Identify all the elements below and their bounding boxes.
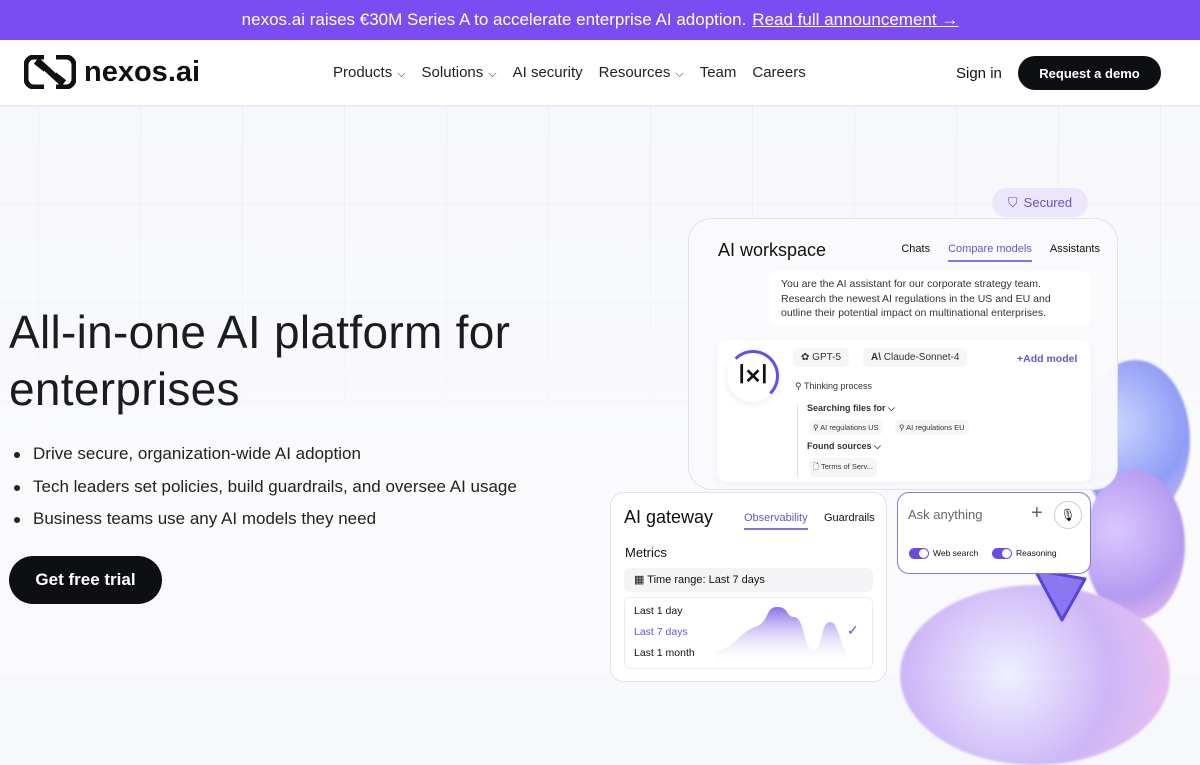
toggle-switch (909, 548, 929, 559)
web-search-toggle[interactable]: Web search (909, 548, 978, 559)
tab-observability[interactable]: Observability (744, 512, 808, 530)
get-free-trial-button[interactable]: Get free trial (9, 556, 162, 604)
nexos-avatar-icon: ꟾ✕ꟾ (727, 350, 779, 402)
top-nav: nexos.ai Products ⌵ Solutions ⌵ AI securit… (0, 40, 1200, 106)
title-line: enterprises (9, 363, 240, 415)
time-range-label: Time range: Last 7 days (647, 574, 765, 586)
hero-bullets: Drive secure, organization-wide AI adopt… (14, 444, 517, 542)
chevron-down-icon: ⌵ (488, 68, 496, 80)
shield-check-icon: ⛉ (1008, 195, 1018, 211)
option-last-1-day[interactable]: Last 1 day (634, 605, 682, 617)
announcement-link[interactable]: Read full announcement → (752, 10, 958, 30)
step-label: Found sources (807, 441, 872, 451)
secured-label: Secured (1024, 195, 1072, 210)
sign-in-link[interactable]: Sign in (956, 65, 1002, 82)
query: AI regulations US (820, 423, 878, 432)
tab-guardrails[interactable]: Guardrails (824, 512, 875, 524)
nav-solutions[interactable]: Solutions ⌵ (422, 64, 497, 81)
main-menu: Products ⌵ Solutions ⌵ AI security Resourc… (333, 64, 806, 81)
nav-label: Products (333, 64, 392, 81)
ai-workspace-card: AI workspace Chats Compare models Assist… (688, 218, 1118, 490)
prompt-message: You are the AI assistant for our corpora… (769, 271, 1091, 327)
nav-resources[interactable]: Resources ⌵ (599, 64, 684, 81)
add-model-button[interactable]: +Add model (1017, 353, 1077, 365)
lightbulb-icon: ⚲ (795, 381, 804, 391)
option-last-7-days[interactable]: Last 7 days (634, 626, 688, 638)
ask-input-card: Ask anything + 🎙 Web search Reasoning (897, 492, 1091, 574)
thinking-process[interactable]: ⚲ Thinking process (795, 381, 872, 392)
gateway-title: AI gateway (624, 507, 713, 528)
toggle-switch (992, 548, 1012, 559)
logo-text: nexos.ai (84, 56, 200, 89)
query: AI regulations EU (906, 423, 964, 432)
chevron-down-icon: ⌵ (397, 68, 405, 80)
microphone-icon[interactable]: 🎙 (1054, 501, 1082, 529)
searching-files[interactable]: Searching files for ⌵ (807, 403, 895, 414)
nav-team[interactable]: Team (700, 64, 737, 81)
reasoning-toggle[interactable]: Reasoning (992, 548, 1057, 559)
nav-label: Solutions (422, 64, 484, 81)
nav-ai-security[interactable]: AI security (513, 64, 583, 81)
logo[interactable]: nexos.ai (24, 55, 200, 89)
request-demo-button[interactable]: Request a demo (1018, 56, 1161, 90)
source-chip[interactable]: 🗋 Terms of Serv... (809, 458, 877, 477)
bullet: Drive secure, organization-wide AI adopt… (14, 444, 517, 477)
nexos-logo-icon (24, 55, 76, 89)
bullet: Tech leaders set policies, build guardra… (14, 477, 517, 510)
tab-chats[interactable]: Chats (901, 243, 930, 262)
source-name: Terms of Serv... (821, 462, 873, 471)
found-sources[interactable]: Found sources ⌵ (807, 441, 881, 452)
time-range-dropdown: Last 1 day Last 7 days Last 1 month ✓ (624, 597, 873, 669)
model-chip-claude[interactable]: A\ Claude-Sonnet-4 (863, 348, 967, 367)
banner-text: nexos.ai raises €30M Series A to acceler… (242, 10, 747, 30)
metrics-heading: Metrics (625, 545, 667, 560)
thinking-label: Thinking process (804, 381, 872, 391)
nav-products[interactable]: Products ⌵ (333, 64, 406, 81)
cursor-icon (1030, 565, 1090, 625)
ask-input[interactable]: Ask anything (908, 507, 982, 522)
checkmark-icon: ✓ (847, 622, 859, 639)
model-response-panel: ꟾ✕ꟾ ✿ GPT-5 A\ Claude-Sonnet-4 +Add mode… (717, 340, 1091, 482)
step-label: Searching files for (807, 403, 886, 413)
chevron-down-icon: ⌵ (675, 68, 683, 80)
calendar-icon: ▦ (634, 574, 647, 586)
timeline-line (797, 405, 798, 477)
query-chip: ⚲ AI regulations US (809, 420, 883, 435)
model-name: GPT-5 (812, 352, 841, 363)
announcement-banner: nexos.ai raises €30M Series A to acceler… (0, 0, 1200, 40)
hero-title: All-in-one AI platform forenterprises (9, 304, 510, 418)
model-name: Claude-Sonnet-4 (884, 352, 960, 363)
nav-label: Resources (599, 64, 671, 81)
metrics-sparkline (715, 602, 855, 666)
tab-compare-models[interactable]: Compare models (948, 243, 1032, 262)
tab-assistants[interactable]: Assistants (1050, 243, 1100, 262)
time-range-select[interactable]: ▦ Time range: Last 7 days (624, 568, 873, 592)
option-last-1-month[interactable]: Last 1 month (634, 647, 695, 659)
toggle-label: Reasoning (1016, 548, 1057, 558)
bullet: Business teams use any AI models they ne… (14, 509, 517, 542)
anthropic-icon: A\ (871, 352, 884, 363)
plus-icon[interactable]: + (1031, 502, 1043, 525)
title-line: All-in-one AI platform for (9, 306, 510, 358)
toggle-label: Web search (933, 548, 978, 558)
openai-icon: ✿ (801, 352, 812, 363)
secured-badge: ⛉ Secured (992, 188, 1088, 217)
workspace-title: AI workspace (718, 240, 826, 261)
model-chip-gpt5[interactable]: ✿ GPT-5 (793, 348, 849, 367)
ai-gateway-card: AI gateway Observability Guardrails Metr… (610, 492, 887, 682)
query-chip: ⚲ AI regulations EU (895, 420, 969, 435)
nav-careers[interactable]: Careers (752, 64, 805, 81)
